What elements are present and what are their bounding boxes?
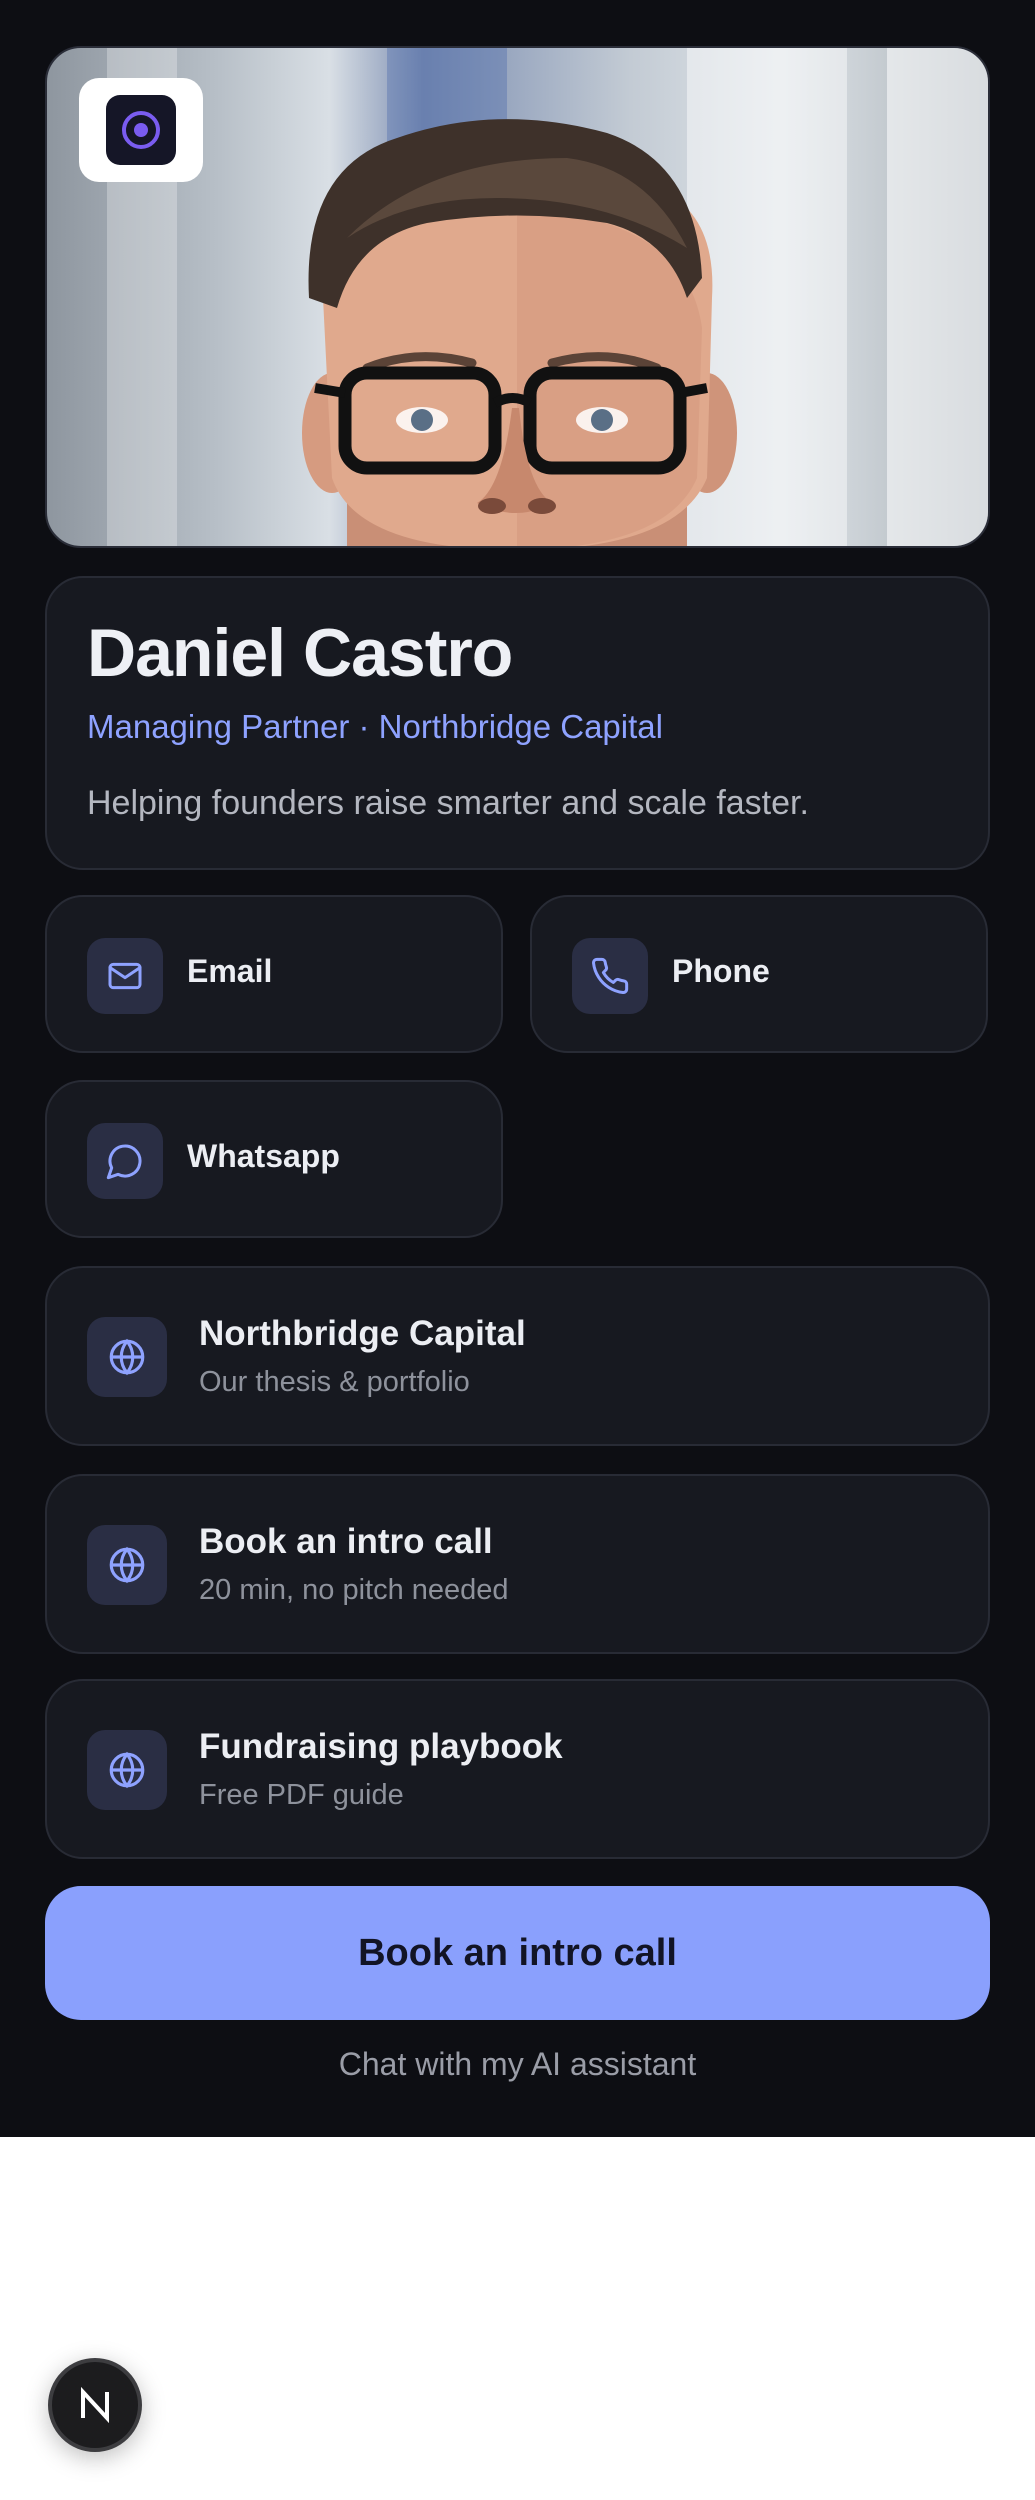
whatsapp-label: Whatsapp [187, 1138, 340, 1174]
mail-icon [87, 938, 163, 1014]
link-card-playbook[interactable]: Fundraising playbook Free PDF guide [45, 1679, 990, 1859]
link-subtitle: Our thesis & portfolio [199, 1366, 470, 1398]
globe-icon [87, 1730, 167, 1810]
link-subtitle: 20 min, no pitch needed [199, 1574, 509, 1606]
target-icon [122, 111, 160, 149]
phone-icon [572, 938, 648, 1014]
link-title: Northbridge Capital [199, 1314, 526, 1353]
book-intro-call-button[interactable]: Book an intro call [45, 1886, 990, 2020]
phone-label: Phone [672, 953, 770, 989]
link-title: Book an intro call [199, 1522, 493, 1561]
brand-logo [79, 78, 203, 182]
email-label: Email [187, 953, 273, 989]
profile-name: Daniel Castro [87, 615, 513, 691]
phone-button[interactable]: Phone [530, 895, 988, 1053]
link-card-intro-call[interactable]: Book an intro call 20 min, no pitch need… [45, 1474, 990, 1654]
profile-role: Managing Partner · Northbridge Capital [87, 708, 663, 745]
email-button[interactable]: Email [45, 895, 503, 1053]
profile-card: Daniel Castro Managing Partner · Northbr… [45, 576, 990, 870]
globe-icon [87, 1317, 167, 1397]
nextjs-dev-badge[interactable] [48, 2358, 142, 2452]
n-logo-icon [81, 2386, 109, 2424]
whatsapp-button[interactable]: Whatsapp [45, 1080, 503, 1238]
link-subtitle: Free PDF guide [199, 1779, 404, 1811]
chat-bubble-icon [87, 1123, 163, 1199]
ai-assistant-link[interactable]: Chat with my AI assistant [0, 2046, 1035, 2083]
profile-tagline: Helping founders raise smarter and scale… [87, 784, 809, 822]
profile-photo [45, 46, 990, 548]
profile-page: Daniel Castro Managing Partner · Northbr… [0, 0, 1035, 2137]
globe-icon [87, 1525, 167, 1605]
link-title: Fundraising playbook [199, 1727, 563, 1766]
link-card-northbridge[interactable]: Northbridge Capital Our thesis & portfol… [45, 1266, 990, 1446]
